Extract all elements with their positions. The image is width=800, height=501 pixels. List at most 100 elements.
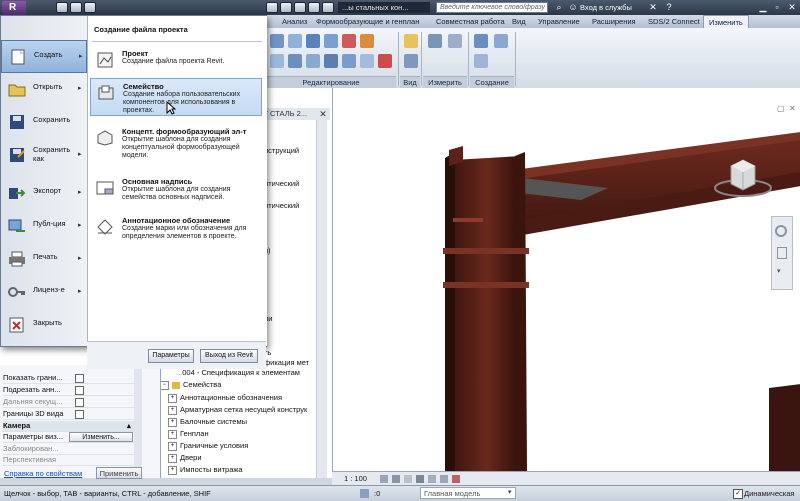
split-icon[interactable] xyxy=(342,34,356,48)
family-item[interactable]: + Граничные условия xyxy=(168,441,248,451)
chevron-down-icon[interactable]: ▾ xyxy=(508,487,512,499)
close-icon[interactable]: ✕ xyxy=(785,1,799,13)
maximize-icon[interactable]: ▫ xyxy=(770,1,784,13)
tab-view[interactable]: Вид xyxy=(512,15,526,28)
expand-icon[interactable]: + xyxy=(168,465,177,475)
family-item[interactable]: + Генплан xyxy=(168,429,209,439)
menu-item-new[interactable]: Создать ▸ xyxy=(1,40,87,73)
minimize-icon[interactable]: ▁ xyxy=(756,1,770,13)
menu-item-close[interactable]: Закрыть xyxy=(1,309,87,342)
family-item[interactable]: + Импосты витража xyxy=(168,465,243,475)
nav-menu-icon[interactable]: ▾ xyxy=(777,267,781,275)
browser-row[interactable]: итический xyxy=(264,201,299,211)
dimension-icon[interactable] xyxy=(448,34,462,48)
crop-icon[interactable] xyxy=(428,475,436,483)
rotate-icon[interactable] xyxy=(306,54,320,68)
menu-item-publish[interactable]: Публ-ция ▸ xyxy=(1,210,87,243)
copy-icon[interactable] xyxy=(288,54,302,68)
binoculars-icon[interactable]: ⌕ xyxy=(552,1,566,13)
prop-far-clip[interactable]: Дальняя секущ... xyxy=(3,397,138,408)
create-group-icon[interactable] xyxy=(474,54,488,68)
pin-icon[interactable] xyxy=(360,54,374,68)
close-view-icon[interactable]: ✕ xyxy=(789,104,796,113)
mirror-axis-icon[interactable] xyxy=(306,34,320,48)
quick-access-print-icon[interactable] xyxy=(294,2,306,13)
option-conceptual-mass[interactable]: Концепт. формообразующий эл-т Открытие ш… xyxy=(90,124,262,164)
family-item[interactable]: + Балочные системы xyxy=(168,417,247,427)
tab-manage[interactable]: Управление xyxy=(538,15,580,28)
hide-icon[interactable] xyxy=(404,54,418,68)
exit-revit-button[interactable]: Выход из Revit xyxy=(200,349,258,363)
tab-collaborate[interactable]: Совместная работа xyxy=(436,15,505,28)
help-icon[interactable]: ? xyxy=(662,1,676,13)
expand-icon[interactable]: + xyxy=(168,429,177,439)
schedule-item[interactable]: ...004 - Спецификация к элементам xyxy=(176,368,300,378)
search-input[interactable]: Введите ключевое слово/фразу xyxy=(436,2,548,13)
shadows-icon[interactable] xyxy=(416,475,424,483)
prop-show-crop[interactable]: Показать грани... xyxy=(3,373,138,384)
measure-icon[interactable] xyxy=(428,34,442,48)
browser-row[interactable]: фикация мет xyxy=(264,358,309,368)
steering-wheel-icon[interactable] xyxy=(775,225,787,237)
quick-access-3d-icon[interactable] xyxy=(322,2,334,13)
expand-icon[interactable]: + xyxy=(168,405,177,415)
quick-access-measure-icon[interactable] xyxy=(308,2,320,13)
sun-path-icon[interactable] xyxy=(404,475,412,483)
expand-icon[interactable]: + xyxy=(168,453,177,463)
tab-analysis[interactable]: Анализ xyxy=(282,15,307,28)
temporary-hide-icon[interactable] xyxy=(452,475,460,483)
quick-access-save-icon[interactable] xyxy=(84,2,96,13)
collapse-icon[interactable]: ▴ xyxy=(127,421,131,431)
view-cube[interactable] xyxy=(713,158,773,198)
zoom-icon[interactable] xyxy=(777,247,787,259)
prop-view-params[interactable]: Параметры виз... Изменить... xyxy=(3,432,138,443)
service-login[interactable]: Вход в службы xyxy=(580,1,632,14)
prop-crop-annotation[interactable]: Подрезать анн... xyxy=(3,385,138,396)
browser-row[interactable]: итический xyxy=(264,179,299,189)
delete-icon[interactable] xyxy=(378,54,392,68)
menu-item-save-as[interactable]: Сохранить как ▸ xyxy=(1,139,87,177)
prop-perspective[interactable]: Перспективная xyxy=(3,455,138,466)
expand-icon[interactable]: + xyxy=(168,417,177,427)
tab-sds2-connect[interactable]: SDS/2 Connect xyxy=(648,15,700,28)
quick-access-new-icon[interactable] xyxy=(56,2,68,13)
align-icon[interactable] xyxy=(270,34,284,48)
quick-access-open-icon[interactable] xyxy=(70,2,82,13)
option-family[interactable]: Семейство Создание набора пользовательск… xyxy=(90,78,262,116)
3d-viewport[interactable]: ▾ ▢ ✕ xyxy=(332,88,800,471)
menu-item-save[interactable]: Сохранить xyxy=(1,106,87,139)
menu-item-print[interactable]: Печать ▸ xyxy=(1,243,87,276)
design-option-select[interactable]: Главная модель xyxy=(420,487,516,499)
worksets-icon[interactable] xyxy=(360,489,369,498)
collapse-icon[interactable]: − xyxy=(160,380,169,390)
options-button[interactable]: Параметры xyxy=(148,349,194,363)
scale-icon[interactable] xyxy=(342,54,356,68)
checkbox[interactable] xyxy=(75,410,84,419)
detail-level-icon[interactable] xyxy=(380,475,388,483)
tab-addins[interactable]: Расширения xyxy=(592,15,636,28)
lock-view-icon[interactable] xyxy=(440,475,448,483)
application-button[interactable]: R xyxy=(2,1,26,15)
array-icon[interactable] xyxy=(324,54,338,68)
browser-close-icon[interactable]: ✕ xyxy=(316,108,330,120)
option-project[interactable]: Проект Создание файла проекта Revit. xyxy=(90,46,262,76)
option-annotation-symbol[interactable]: Аннотационное обозначение Создание марки… xyxy=(90,213,262,253)
properties-help-link[interactable]: Справка по свойствам xyxy=(4,469,82,478)
apply-button[interactable]: Применить xyxy=(96,467,142,479)
offset-icon[interactable] xyxy=(288,34,302,48)
navigation-bar[interactable]: ▾ xyxy=(771,216,793,290)
browser-scrollbar[interactable] xyxy=(316,108,327,478)
expand-icon[interactable]: + xyxy=(168,441,177,451)
view-scale[interactable]: 1 : 100 xyxy=(344,473,367,485)
user-icon[interactable]: ☺ xyxy=(566,1,580,13)
camera-section[interactable]: Камера ▴ xyxy=(3,421,138,432)
tab-massing-site[interactable]: Формообразующие и генплан xyxy=(316,15,419,28)
browser-row[interactable]: нструкций xyxy=(264,146,299,156)
menu-item-open[interactable]: Открыть ▸ xyxy=(1,73,87,106)
properties-scrollbar[interactable] xyxy=(134,365,142,478)
checkbox[interactable] xyxy=(75,398,84,407)
dynamic-checkbox[interactable]: ✓ xyxy=(733,489,743,499)
mirror-draw-icon[interactable] xyxy=(324,34,338,48)
bulb-icon[interactable] xyxy=(404,34,418,48)
create-parts-icon[interactable] xyxy=(494,34,508,48)
